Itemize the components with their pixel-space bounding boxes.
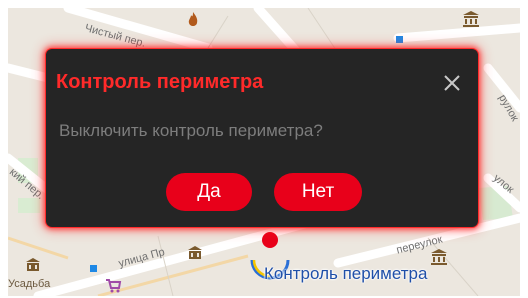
museum-icon <box>430 248 448 266</box>
dialog-message: Выключить контроль периметра? <box>59 121 323 140</box>
museum-icon <box>462 10 480 28</box>
fire-icon <box>184 11 202 29</box>
dialog-title: Контроль периметра <box>56 71 264 93</box>
shop-icon <box>104 276 122 294</box>
map-marker-label: Контроль периметра <box>264 264 428 283</box>
close-button[interactable] <box>440 71 464 95</box>
close-icon <box>444 75 460 91</box>
no-button[interactable]: Нет <box>274 173 362 211</box>
yes-button[interactable]: Да <box>166 173 252 211</box>
perimeter-control-dialog: Контроль периметра Выключить контроль пе… <box>46 49 478 227</box>
bank-icon <box>186 244 204 262</box>
district-label: Усадьба <box>8 278 51 290</box>
bank-icon <box>24 256 42 274</box>
